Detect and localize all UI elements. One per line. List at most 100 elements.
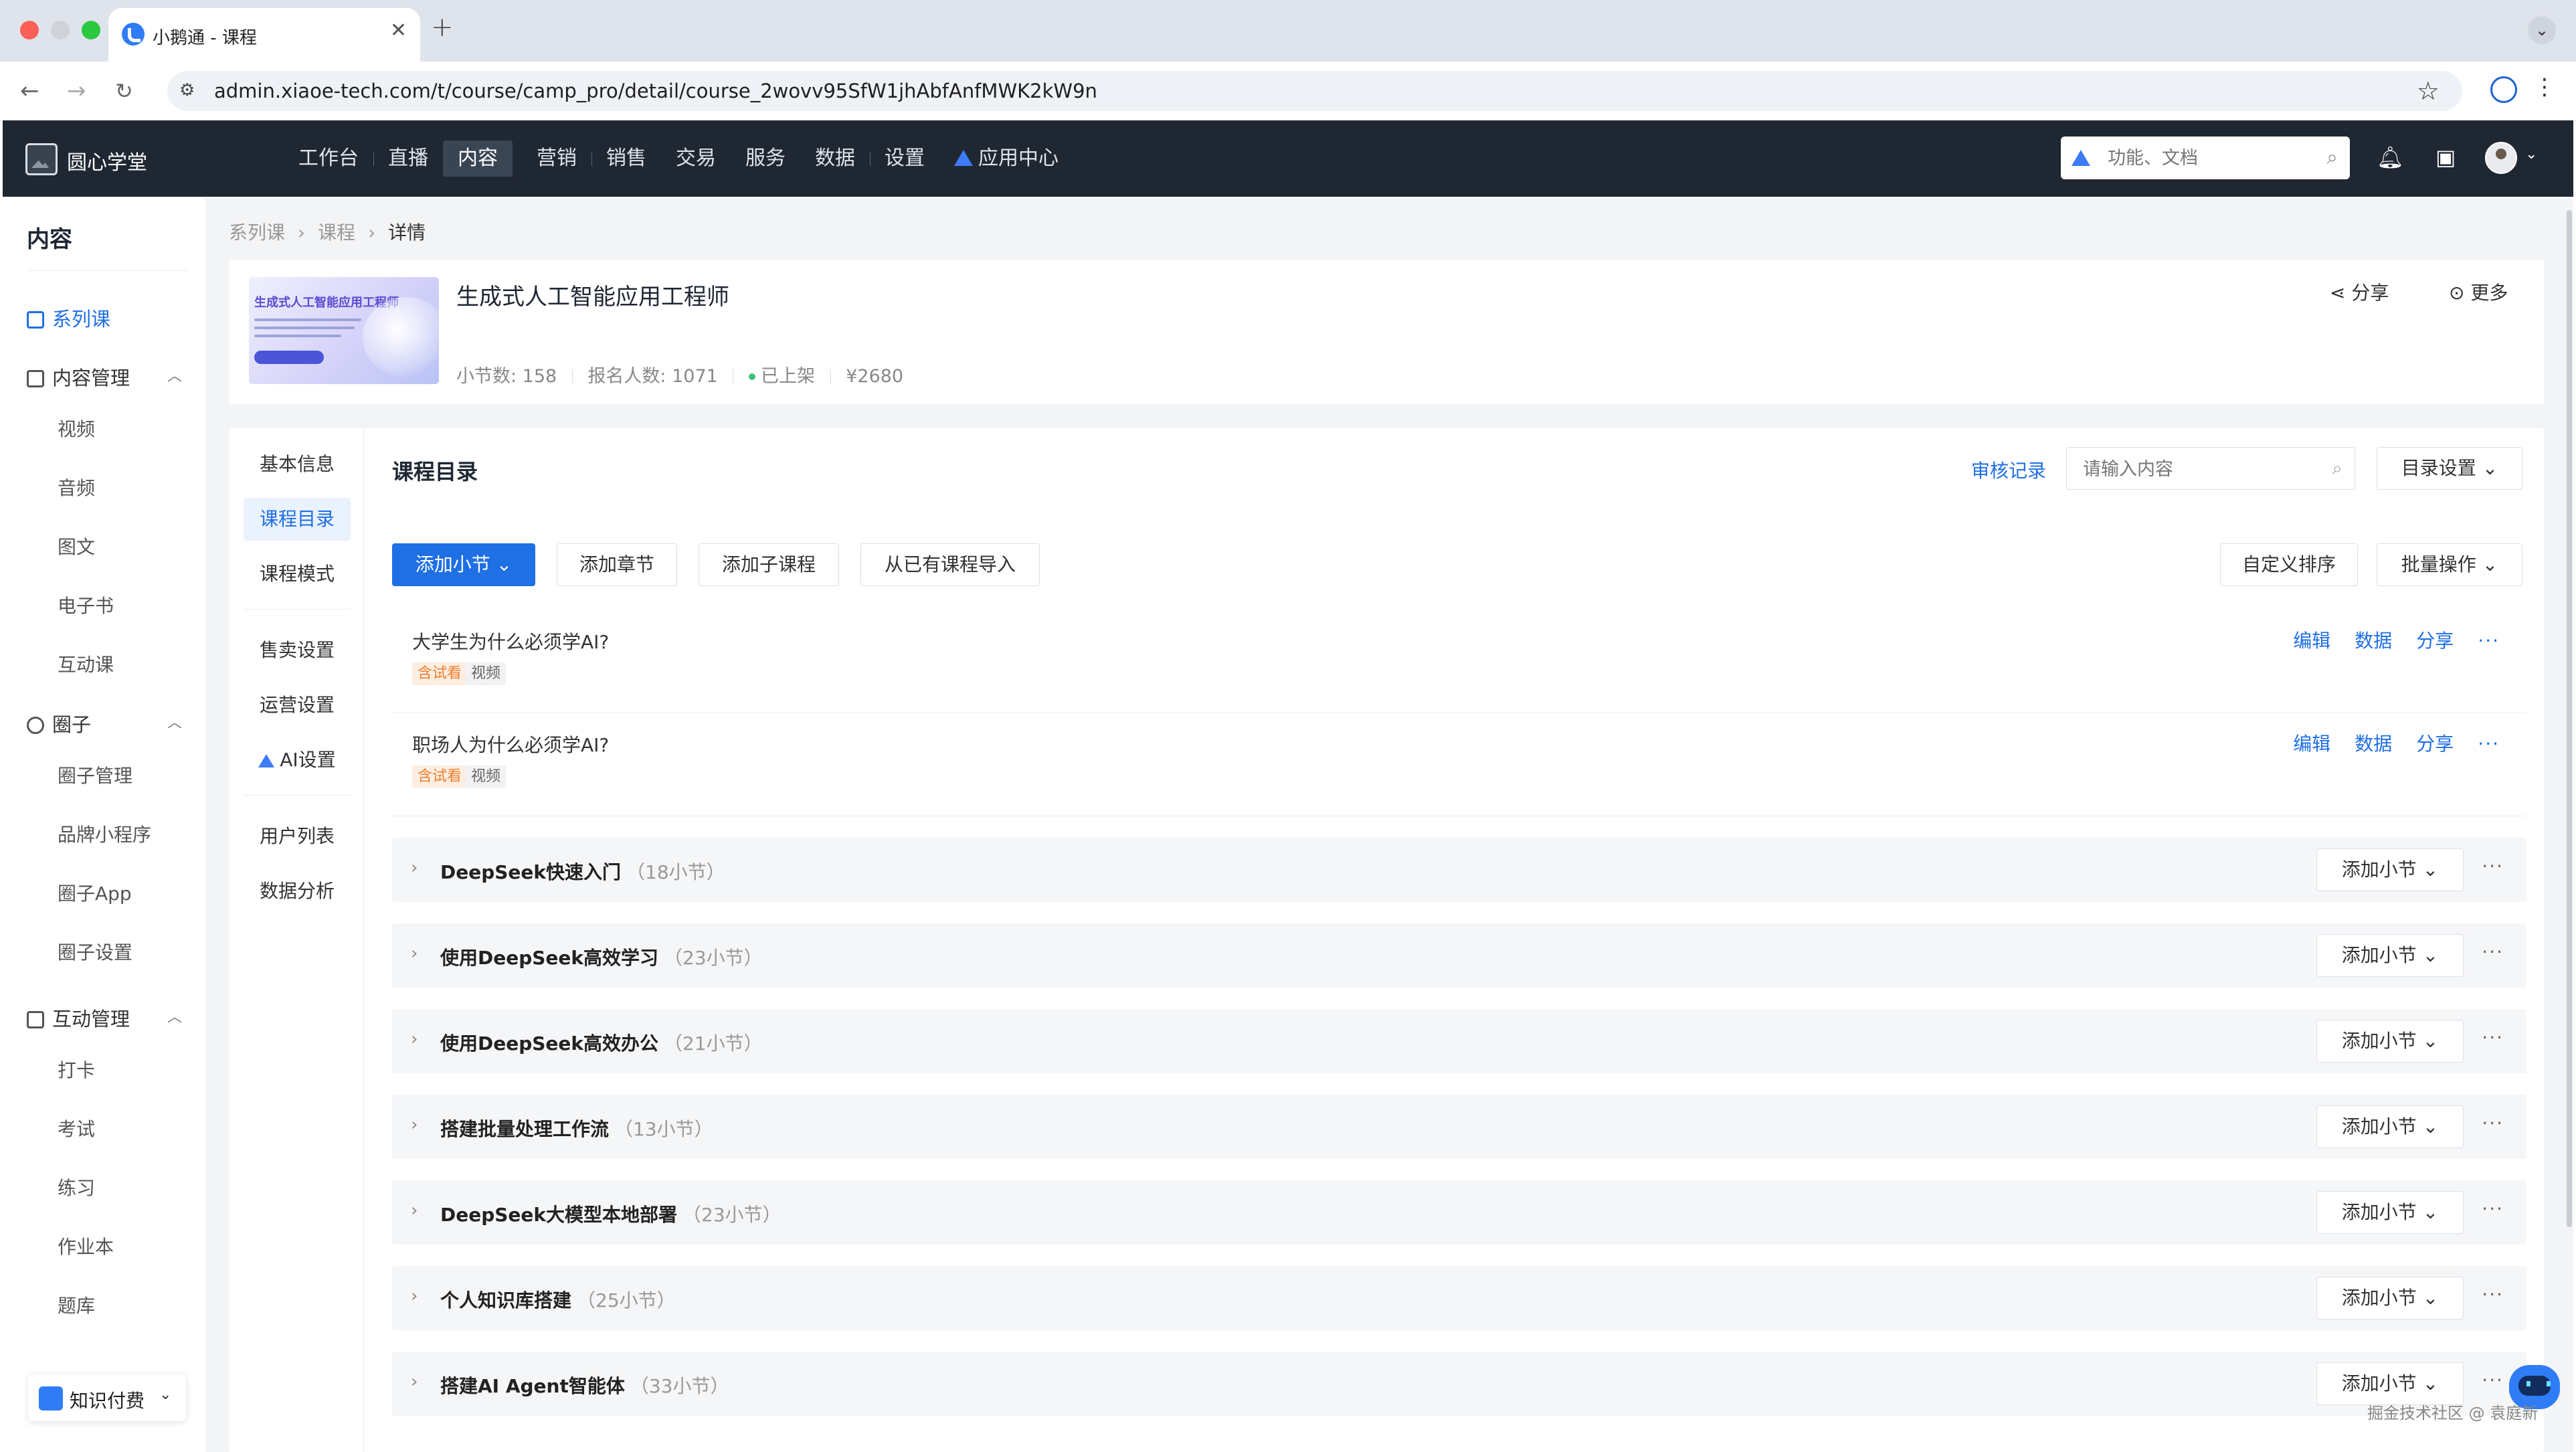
nav-live[interactable]: 直播: [373, 141, 443, 177]
sidebar-item-circle-manage[interactable]: 圈子管理: [58, 761, 132, 788]
sidebar-item-question-bank[interactable]: 题库: [58, 1291, 95, 1318]
breadcrumb-course[interactable]: 课程: [318, 221, 355, 244]
chapter-add-section-button[interactable]: 添加小节 ⌄: [2316, 1191, 2464, 1234]
tab-search-icon[interactable]: ⌄: [2528, 16, 2556, 44]
forward-icon[interactable]: →: [67, 76, 86, 106]
chapter-add-section-button[interactable]: 添加小节 ⌄: [2316, 1105, 2464, 1148]
sidebar-item-audio[interactable]: 音频: [58, 474, 95, 501]
site-info-icon[interactable]: ⚙: [179, 80, 195, 100]
chapter-row[interactable]: › 使用DeepSeek高效学习 （23小节） 添加小节 ⌄ ···: [392, 923, 2526, 988]
more-dots-icon[interactable]: ···: [2482, 941, 2504, 963]
sidebar-item-exam[interactable]: 考试: [58, 1115, 95, 1142]
nav-app-center[interactable]: 应用中心: [939, 141, 1073, 177]
page-scrollbar[interactable]: [2565, 197, 2573, 1452]
chapter-add-section-button[interactable]: 添加小节 ⌄: [2316, 848, 2464, 891]
sidebar-item-homework[interactable]: 作业本: [58, 1233, 114, 1259]
subnav-ai-settings[interactable]: AI设置: [244, 739, 351, 782]
chapter-add-section-button[interactable]: 添加小节 ⌄: [2316, 1277, 2464, 1320]
sidebar-item-ebook[interactable]: 电子书: [58, 592, 114, 618]
nav-workbench[interactable]: 工作台: [284, 141, 374, 177]
nav-data[interactable]: 数据: [800, 141, 870, 177]
subnav-user-list[interactable]: 用户列表: [244, 815, 351, 858]
sidebar-group-interact[interactable]: 互动管理 ︿: [27, 1004, 182, 1032]
batch-action-button[interactable]: 批量操作 ⌄: [2377, 543, 2522, 586]
subnav-catalog[interactable]: 课程目录: [244, 498, 351, 541]
chevron-right-icon[interactable]: ›: [411, 1200, 418, 1220]
review-record-link[interactable]: 审核记录: [1971, 456, 2046, 483]
header-search[interactable]: ⌕: [2061, 137, 2350, 179]
breadcrumb-series[interactable]: 系列课: [229, 221, 285, 244]
edit-link[interactable]: 编辑: [2293, 630, 2330, 652]
header-search-input[interactable]: [2108, 146, 2308, 170]
more-dots-icon[interactable]: ···: [2482, 1369, 2504, 1391]
search-icon[interactable]: ⌕: [2332, 457, 2342, 480]
chevron-right-icon[interactable]: ›: [411, 1029, 418, 1049]
avatar[interactable]: [2485, 142, 2517, 174]
chapter-add-section-button[interactable]: 添加小节 ⌄: [2316, 934, 2464, 977]
sidebar-item-circle-settings[interactable]: 圈子设置: [58, 938, 132, 965]
nav-marketing[interactable]: 营销: [522, 141, 592, 177]
sidebar-item-video[interactable]: 视频: [58, 415, 95, 442]
url-field[interactable]: ⚙ admin.xiaoe-tech.com/t/course/camp_pro…: [167, 71, 2462, 111]
lesson-row[interactable]: 职场人为什么必须学AI? 含试看 视频 编辑 数据 分享 ···: [392, 713, 2526, 816]
subnav-ops-settings[interactable]: 运营设置: [244, 684, 351, 727]
nav-content[interactable]: 内容: [443, 141, 513, 177]
more-dots-icon[interactable]: ···: [2478, 630, 2500, 652]
data-link[interactable]: 数据: [2355, 630, 2392, 652]
chevron-up-icon[interactable]: ︿: [167, 1005, 182, 1026]
sidebar-group-content[interactable]: 内容管理 ︿: [27, 363, 182, 391]
catalog-settings-button[interactable]: 目录设置 ⌄: [2377, 447, 2522, 490]
bell-icon[interactable]: 🔔︎: [2377, 145, 2404, 170]
sidebar-item-brand-miniapp[interactable]: 品牌小程序: [58, 820, 151, 847]
chapter-row[interactable]: › DeepSeek快速入门 （18小节） 添加小节 ⌄ ···: [392, 838, 2526, 902]
reload-icon[interactable]: ↻: [115, 76, 133, 106]
add-section-button[interactable]: 添加小节 ⌄: [392, 543, 535, 586]
chapter-add-section-button[interactable]: 添加小节 ⌄: [2316, 1020, 2464, 1063]
more-button[interactable]: ⊙ 更多: [2449, 278, 2508, 305]
chevron-up-icon[interactable]: ︿: [167, 711, 182, 732]
edit-link[interactable]: 编辑: [2293, 733, 2330, 755]
nav-service[interactable]: 服务: [731, 141, 800, 177]
add-chapter-button[interactable]: 添加章节: [557, 543, 677, 586]
more-dots-icon[interactable]: ···: [2482, 1112, 2504, 1134]
sidebar-item-article[interactable]: 图文: [58, 533, 95, 559]
sidebar-item-interactive[interactable]: 互动课: [58, 650, 114, 677]
sidebar-group-circle[interactable]: 圈子 ︿: [27, 709, 182, 737]
chevron-right-icon[interactable]: ›: [411, 1115, 418, 1135]
more-dots-icon[interactable]: ···: [2482, 1198, 2504, 1220]
share-link[interactable]: 分享: [2416, 733, 2454, 755]
nav-trade[interactable]: 交易: [661, 141, 731, 177]
subnav-basic-info[interactable]: 基本信息: [244, 443, 351, 486]
nav-sales[interactable]: 销售: [591, 141, 661, 177]
sidebar-item-checkin[interactable]: 打卡: [58, 1056, 95, 1083]
maximize-window-button[interactable]: [82, 21, 100, 39]
more-dots-icon[interactable]: ···: [2482, 1026, 2504, 1049]
close-window-button[interactable]: [20, 21, 39, 39]
chapter-row[interactable]: › 个人知识库搭建 （25小节） 添加小节 ⌄ ···: [392, 1266, 2526, 1330]
scrollbar-thumb[interactable]: [2567, 210, 2572, 1227]
nav-settings[interactable]: 设置: [870, 141, 939, 177]
chevron-right-icon[interactable]: ›: [411, 943, 418, 964]
sidebar-item-series[interactable]: 系列课: [27, 304, 110, 332]
new-tab-button[interactable]: +: [431, 12, 454, 43]
store-icon[interactable]: ▣: [2435, 145, 2456, 170]
more-dots-icon[interactable]: ···: [2478, 733, 2500, 755]
subnav-sale-settings[interactable]: 售卖设置: [244, 629, 351, 672]
chapter-add-section-button[interactable]: 添加小节 ⌄: [2316, 1362, 2464, 1405]
chevron-right-icon[interactable]: ›: [411, 1286, 418, 1306]
share-link[interactable]: 分享: [2416, 630, 2454, 652]
subnav-data-analysis[interactable]: 数据分析: [244, 870, 351, 913]
browser-menu-icon[interactable]: ⋮: [2533, 74, 2556, 100]
close-tab-icon[interactable]: ✕: [390, 19, 407, 42]
chevron-down-icon[interactable]: ⌄: [2525, 146, 2537, 163]
add-subcourse-button[interactable]: 添加子课程: [699, 543, 839, 586]
chapter-row[interactable]: › DeepSeek大模型本地部署 （23小节） 添加小节 ⌄ ···: [392, 1180, 2526, 1245]
subnav-course-mode[interactable]: 课程模式: [244, 553, 351, 596]
chapter-row[interactable]: › 搭建AI Agent智能体 （33小节） 添加小节 ⌄ ···: [392, 1352, 2526, 1416]
search-icon[interactable]: ⌕: [2326, 146, 2338, 169]
lesson-row[interactable]: 大学生为什么必须学AI? 含试看 视频 编辑 数据 分享 ···: [392, 610, 2526, 713]
custom-sort-button[interactable]: 自定义排序: [2220, 543, 2358, 586]
data-link[interactable]: 数据: [2355, 733, 2392, 755]
url-text[interactable]: admin.xiaoe-tech.com/t/course/camp_pro/d…: [214, 80, 1097, 102]
catalog-search-input[interactable]: [2083, 457, 2310, 481]
